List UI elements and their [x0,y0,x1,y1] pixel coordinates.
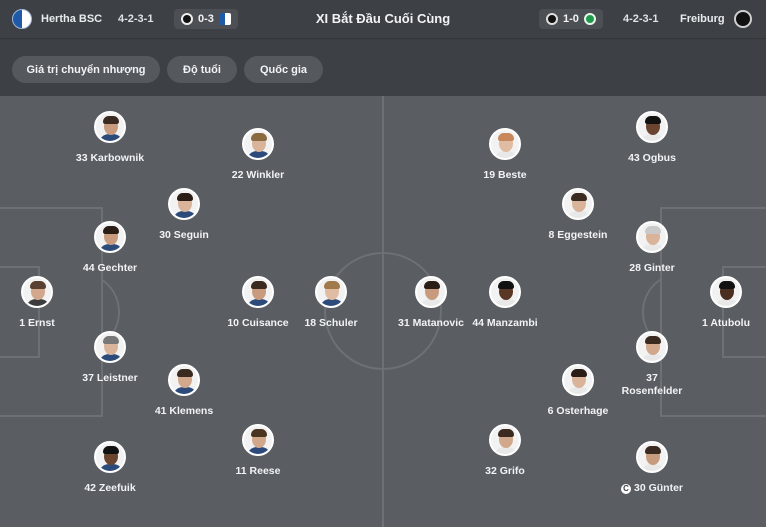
player-name-label: 44 Manzambi [450,317,560,329]
player-name-label: 44 Gechter [55,262,165,274]
home-player[interactable]: 33 Karbownik [55,111,165,171]
player-name-label: 43 Ogbus [597,152,707,164]
home-player[interactable]: 44 Gechter [55,221,165,281]
player-name: 43 Ogbus [628,152,676,164]
hertha-mini-crest-icon [218,13,231,25]
away-player[interactable]: 19 Beste [450,128,560,188]
player-name: 44 Gechter [82,262,138,274]
player-photo-icon [21,276,53,308]
away-player[interactable]: 44 Manzambi [450,276,560,336]
player-photo-icon [562,364,594,396]
player-name-label: 41 Klemens [129,405,239,417]
page-title: XI Bắt Đầu Cuối Cùng [315,11,451,26]
away-player[interactable]: 43 Ogbus [597,111,707,171]
player-name-label: 19 Beste [450,169,560,181]
player-name-label: 22 Winkler [203,169,313,181]
player-photo-icon [94,111,126,143]
player-name: 18 Schuler [304,317,358,329]
player-name: 11 Reese [235,465,281,477]
player-photo-icon [168,364,200,396]
away-player[interactable]: 1 Atubolu [671,276,766,336]
player-name-label: 32 Grifo [450,465,560,477]
player-name: 33 Karbownik [75,152,145,164]
away-player[interactable]: C 30 Günter [597,441,707,501]
market-value-filter[interactable]: Giá trị chuyển nhượng [12,56,160,83]
away-formation: 4-2-3-1 [623,13,659,25]
away-player[interactable]: 6 Osterhage [523,364,633,424]
player-name-label: 33 Karbownik [55,152,165,164]
filter-bar: Giá trị chuyển nhượng Độ tuổi Quốc gia [0,40,766,96]
player-name: 6 Osterhage [547,405,609,417]
player-name: 19 Beste [483,169,527,181]
player-name: 41 Klemens [154,405,214,417]
away-last-result-score: 1-0 [563,13,579,25]
player-photo-icon [415,276,447,308]
player-photo-icon [315,276,347,308]
home-player[interactable]: 22 Winkler [203,128,313,188]
home-last-result-score: 0-3 [198,13,214,25]
player-name-label: 11 Reese [203,465,313,477]
captain-badge-icon: C [620,484,631,494]
player-photo-icon [168,188,200,220]
away-team-name: Freiburg [680,13,725,25]
player-photo-icon [489,128,521,160]
home-player[interactable]: 1 Ernst [0,276,92,336]
player-name: 1 Ernst [19,317,55,329]
player-name: 1 Atubolu [701,317,751,329]
home-player[interactable]: 18 Schuler [276,276,386,336]
home-formation: 4-2-3-1 [118,13,154,25]
home-team-name: Hertha BSC [41,13,103,25]
player-name: 22 Winkler [231,169,285,181]
player-photo-icon [242,276,274,308]
player-name-label: 1 Ernst [0,317,92,329]
home-team[interactable]: Hertha BSC [12,0,102,38]
away-team[interactable]: Freiburg [680,0,752,38]
nationality-filter[interactable]: Quốc gia [244,56,323,83]
player-photo-icon [710,276,742,308]
hertha-crest-icon [12,9,32,29]
age-filter[interactable]: Độ tuổi [167,56,237,83]
freiburg-mini-crest-icon [546,13,558,25]
player-name: 42 Zeefuik [84,482,136,494]
player-name: 32 Grifo [485,465,525,477]
home-player[interactable]: 41 Klemens [129,364,239,424]
player-photo-icon [489,276,521,308]
player-name-label: 42 Zeefuik [55,482,165,494]
player-photo-icon [636,441,668,473]
player-photo-icon [94,221,126,253]
player-name: 30 Günter [633,482,683,494]
player-name: 44 Manzambi [472,317,538,329]
player-photo-icon [636,331,668,363]
player-photo-icon [636,111,668,143]
home-player[interactable]: 42 Zeefuik [55,441,165,501]
werder-crest-icon [583,13,596,25]
away-last-result[interactable]: 1-0 [539,9,603,29]
player-name: 30 Seguin [159,229,209,241]
player-photo-icon [94,441,126,473]
freiburg-crest-icon [733,10,752,28]
player-photo-icon [636,221,668,253]
player-name: 28 Ginter [629,262,675,274]
opponent-crest-icon [181,13,193,25]
player-name-label: C 30 Günter [597,482,707,494]
player-photo-icon [242,424,274,456]
player-name-label: 6 Osterhage [523,405,633,417]
player-photo-icon [242,128,274,160]
player-photo-icon [562,188,594,220]
away-player[interactable]: 32 Grifo [450,424,560,484]
player-name-label: 18 Schuler [276,317,386,329]
home-last-result[interactable]: 0-3 [174,9,238,29]
home-player[interactable]: 11 Reese [203,424,313,484]
player-name-label: 1 Atubolu [671,317,766,329]
player-photo-icon [489,424,521,456]
player-name-label: 28 Ginter [597,262,707,274]
player-photo-icon [94,331,126,363]
match-header: Hertha BSC 4-2-3-1 0-3 XI Bắt Đầu Cuối C… [0,0,766,39]
away-player[interactable]: 28 Ginter [597,221,707,281]
